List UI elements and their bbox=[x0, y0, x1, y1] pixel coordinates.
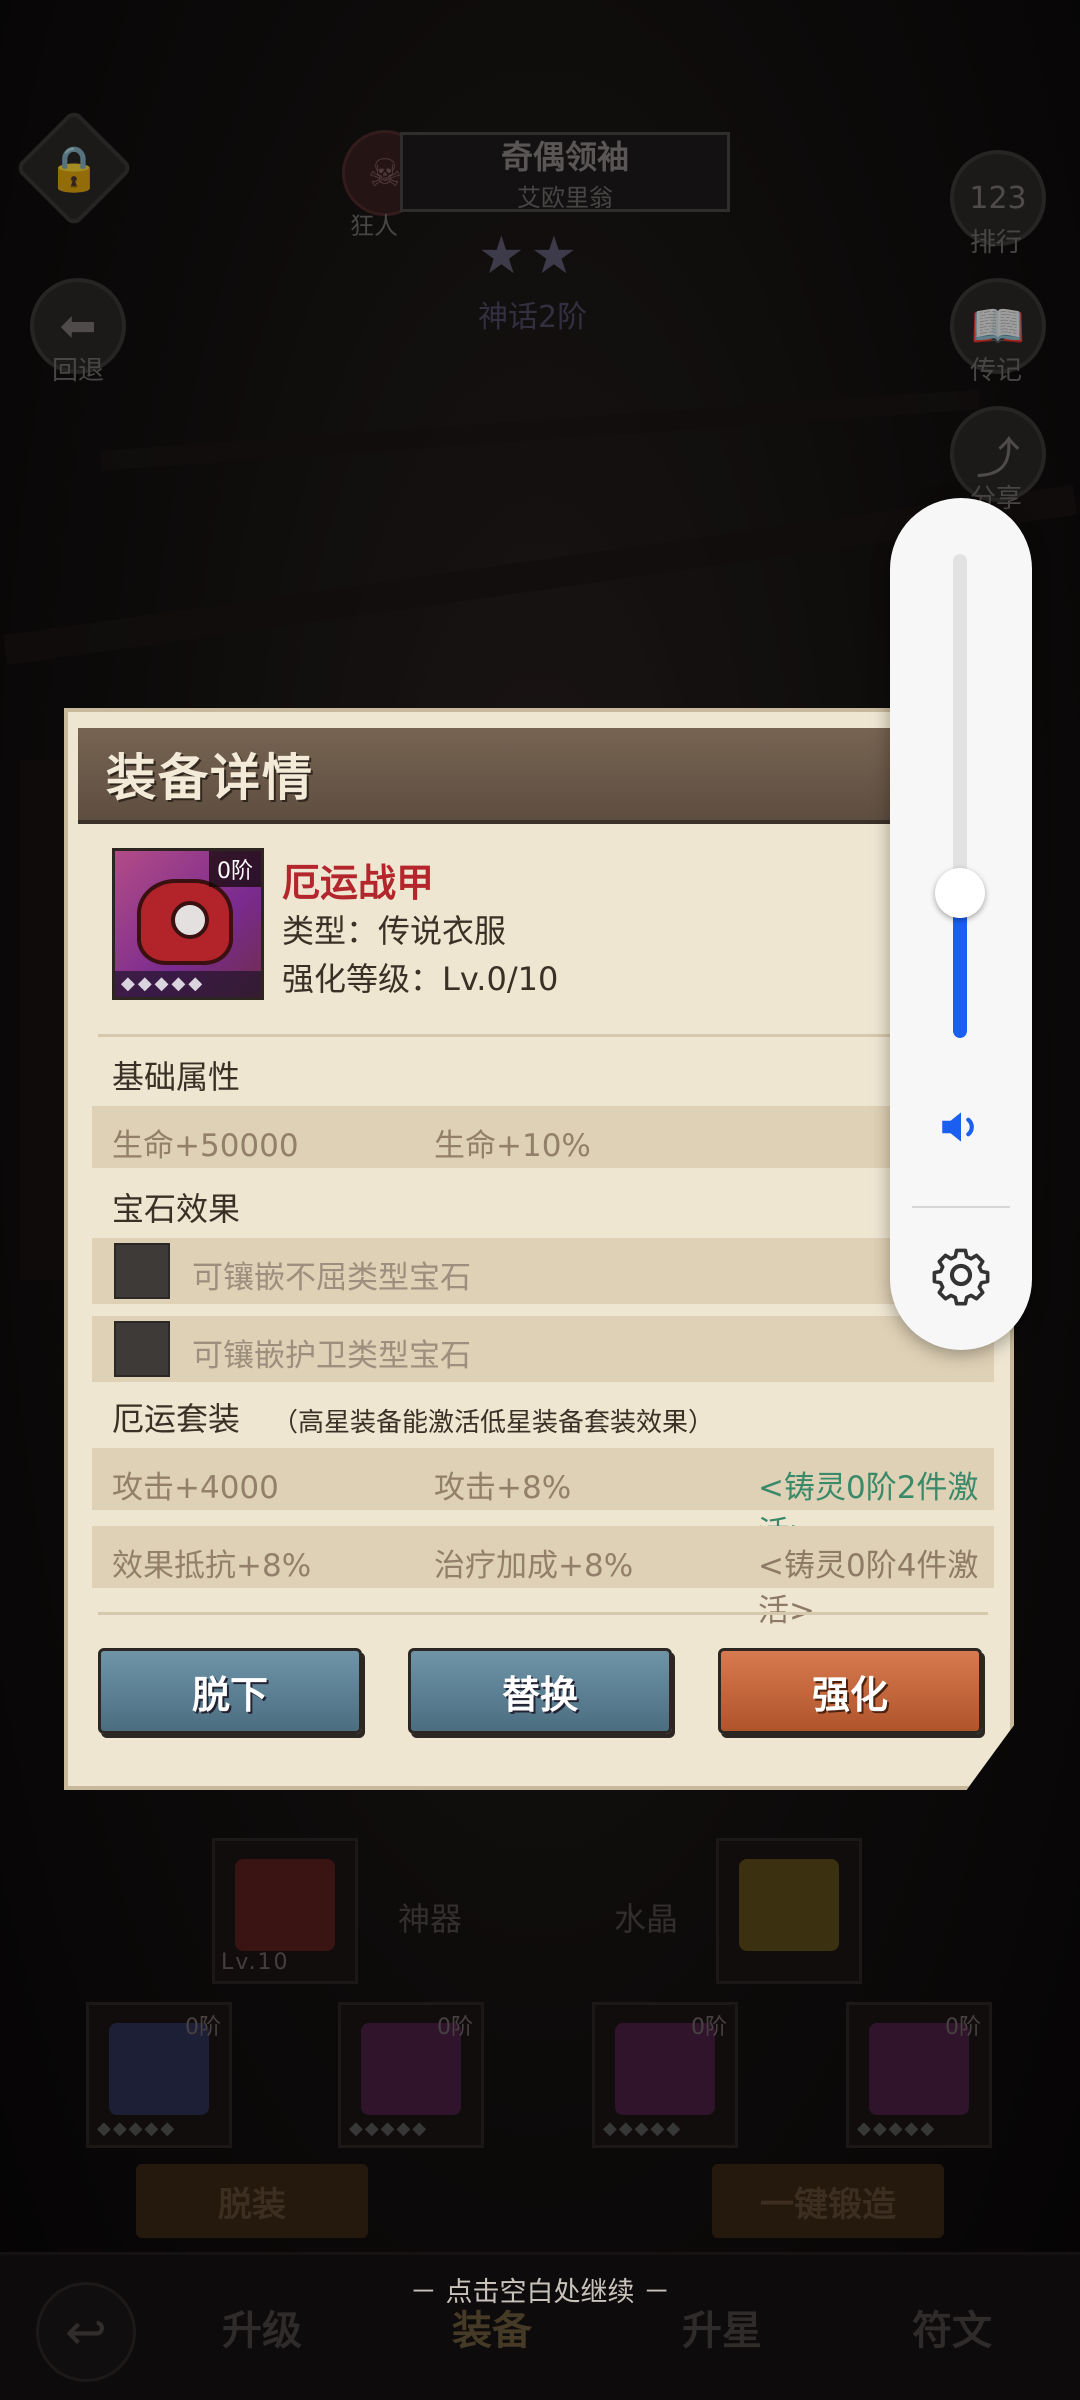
dialog-header: 装备详情 bbox=[78, 728, 1008, 824]
set-attr-2: 治疗加成+8% bbox=[434, 1548, 634, 1584]
equipment-detail-dialog: 装备详情 0阶 ◆◆◆◆◆ 厄运战甲 类型：传说衣服 强化等级：Lv.0/10 … bbox=[64, 708, 1014, 1790]
volume-panel bbox=[890, 498, 1032, 1350]
speaker-icon[interactable] bbox=[936, 1102, 986, 1152]
item-tier-badge: 0阶 bbox=[209, 851, 261, 887]
base-attributes-row: 生命+50000 生命+10% bbox=[92, 1106, 994, 1168]
gem-slots: ◆◆◆◆◆ bbox=[115, 971, 261, 997]
gem-socket[interactable] bbox=[114, 1321, 170, 1377]
item-icon: 0阶 ◆◆◆◆◆ bbox=[112, 848, 264, 1000]
divider bbox=[98, 1612, 988, 1615]
set-title: 厄运套装 bbox=[112, 1400, 241, 1438]
attr-hp-flat: 生命+50000 bbox=[112, 1128, 299, 1164]
set-bonus-row: 效果抵抗+8% 治疗加成+8% <铸灵0阶4件激活> bbox=[92, 1526, 994, 1629]
volume-slider-track[interactable] bbox=[953, 554, 967, 1038]
set-attr-1: 效果抵抗+8% bbox=[112, 1548, 312, 1584]
gem-socket[interactable] bbox=[114, 1243, 170, 1299]
enhance-button[interactable]: 强化 bbox=[718, 1648, 982, 1734]
set-activation-status: <铸灵0阶4件激活> bbox=[758, 1548, 979, 1629]
volume-slider-thumb[interactable] bbox=[935, 867, 985, 918]
gem-slot-row[interactable]: 可镶嵌不屈类型宝石 bbox=[92, 1238, 994, 1304]
armor-icon bbox=[137, 879, 233, 965]
continue-hint: － 点击空白处继续 － bbox=[409, 2277, 671, 2308]
set-bonus-row: 攻击+4000 攻击+8% <铸灵0阶2件激活> bbox=[92, 1448, 994, 1551]
item-type: 类型：传说衣服 bbox=[282, 912, 507, 950]
dialog-title: 装备详情 bbox=[106, 749, 314, 807]
item-enhance-level: 强化等级：Lv.0/10 bbox=[282, 960, 559, 998]
divider bbox=[98, 1034, 988, 1037]
gem-slot-hint: 可镶嵌护卫类型宝石 bbox=[192, 1338, 471, 1374]
replace-button[interactable]: 替换 bbox=[408, 1648, 672, 1734]
settings-gear-icon[interactable] bbox=[930, 1244, 992, 1306]
set-attr-1: 攻击+4000 bbox=[112, 1470, 279, 1506]
gem-effects-title: 宝石效果 bbox=[112, 1190, 241, 1228]
gem-slot-hint: 可镶嵌不屈类型宝石 bbox=[192, 1260, 471, 1296]
set-attr-2: 攻击+8% bbox=[434, 1470, 572, 1506]
base-attributes-title: 基础属性 bbox=[112, 1058, 241, 1096]
unequip-button[interactable]: 脱下 bbox=[98, 1648, 362, 1734]
set-note: （高星装备能激活低星装备套装效果） bbox=[272, 1408, 715, 1438]
item-name: 厄运战甲 bbox=[282, 861, 435, 905]
gem-slot-row[interactable]: 可镶嵌护卫类型宝石 bbox=[92, 1316, 994, 1382]
attr-hp-percent: 生命+10% bbox=[434, 1128, 591, 1164]
volume-panel-divider bbox=[912, 1206, 1010, 1208]
